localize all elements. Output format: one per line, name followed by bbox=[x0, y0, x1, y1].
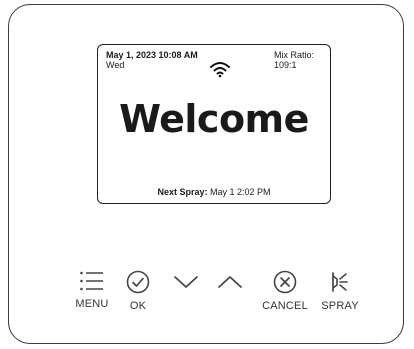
check-circle-icon bbox=[126, 270, 150, 294]
mix-ratio-value: 109:1 bbox=[274, 60, 297, 70]
cancel-button[interactable]: CANCEL bbox=[258, 270, 312, 312]
next-spray-value: May 1 2:02 PM bbox=[210, 187, 271, 197]
spray-button[interactable]: SPRAY bbox=[318, 270, 362, 312]
ok-label: OK bbox=[129, 300, 147, 312]
spray-icon bbox=[332, 272, 348, 292]
up-button[interactable] bbox=[216, 275, 244, 289]
mix-ratio: Mix Ratio: 109:1 bbox=[274, 50, 330, 70]
welcome-message: Welcome bbox=[119, 97, 309, 141]
chevron-up-icon bbox=[218, 276, 242, 288]
menu-button[interactable]: MENU bbox=[72, 270, 112, 310]
datetime-text: May 1, 2023 10:08 AM bbox=[106, 50, 198, 60]
down-button[interactable] bbox=[172, 275, 200, 289]
menu-icon bbox=[80, 271, 103, 291]
next-spray-label: Next Spray: bbox=[157, 187, 208, 197]
mix-ratio-label: Mix Ratio: bbox=[274, 50, 315, 60]
ok-button[interactable]: OK bbox=[120, 270, 156, 312]
cancel-label: CANCEL bbox=[262, 300, 308, 312]
wifi-icon bbox=[210, 62, 230, 78]
next-spray: Next Spray: May 1 2:02 PM bbox=[98, 187, 330, 197]
spray-label: SPRAY bbox=[321, 300, 359, 312]
x-circle-icon bbox=[273, 270, 297, 294]
menu-label: MENU bbox=[75, 298, 109, 310]
display-screen: May 1, 2023 10:08 AM Wed Mix Ratio: 109:… bbox=[97, 44, 331, 204]
day-text: Wed bbox=[106, 60, 125, 70]
datetime-block: May 1, 2023 10:08 AM Wed bbox=[106, 50, 198, 70]
chevron-down-icon bbox=[174, 276, 198, 288]
